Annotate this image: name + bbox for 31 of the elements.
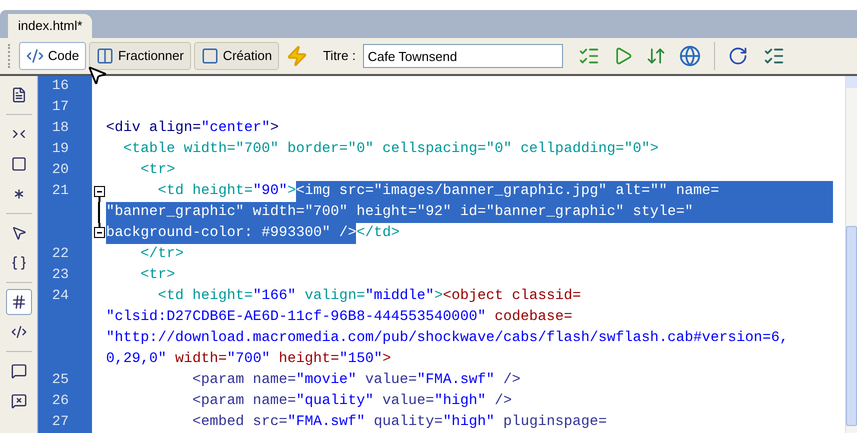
globe-icon[interactable] xyxy=(678,45,701,67)
document-tab[interactable]: index.html* xyxy=(8,14,92,38)
arrows-icon[interactable] xyxy=(646,46,666,66)
title-field[interactable]: Cafe Townsend xyxy=(362,44,563,68)
view-mode-icon xyxy=(200,47,219,65)
line-number: 20 xyxy=(52,161,69,180)
refresh-icon[interactable] xyxy=(728,46,748,66)
code-text: background-color: #993300" /> xyxy=(106,223,356,244)
line-number: 25 xyxy=(52,371,69,390)
line-number: 18 xyxy=(52,119,69,138)
code-text: "banner_graphic" width="700" height="92" id="banner_graphic" style=" xyxy=(106,202,694,223)
line-number: 26 xyxy=(52,392,69,411)
title-label: Titre : xyxy=(322,47,356,66)
view-button[interactable]: Création xyxy=(194,42,279,70)
mouse-cursor-icon xyxy=(86,64,108,86)
view-button[interactable]: Fractionner xyxy=(89,42,191,70)
hash-icon[interactable] xyxy=(6,289,32,315)
view-button[interactable]: Code xyxy=(19,42,86,70)
line-number: 23 xyxy=(52,266,69,285)
line-number: 24 xyxy=(52,287,69,306)
line-number: 17 xyxy=(52,98,69,117)
scrollbar[interactable] xyxy=(845,76,857,433)
line-number: 21 xyxy=(52,182,69,201)
fold-line xyxy=(98,202,100,223)
view-mode-icon xyxy=(26,47,44,65)
view-mode-icon xyxy=(96,47,114,65)
line-number: 22 xyxy=(52,245,69,264)
line-number: 19 xyxy=(52,140,69,159)
code-text: <img src="images/banner_graphic.jpg" alt="" name= xyxy=(296,181,720,202)
line-number: 16 xyxy=(52,77,69,96)
line-number: 27 xyxy=(52,413,69,432)
